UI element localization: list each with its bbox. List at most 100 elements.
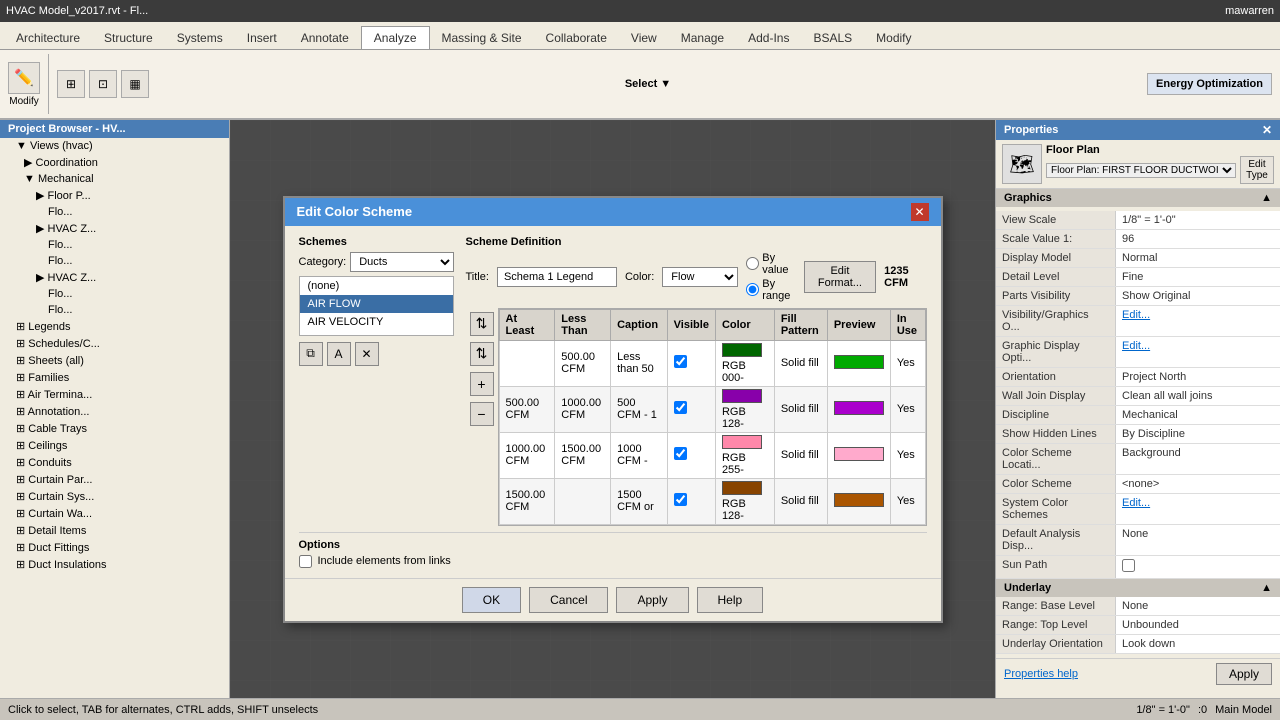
sun-path-checkbox[interactable] (1122, 559, 1135, 572)
copy-scheme-button[interactable]: ⧉ (299, 342, 323, 366)
tab-annotate[interactable]: Annotate (289, 27, 361, 49)
edit-format-button[interactable]: Edit Format... (804, 261, 876, 293)
by-value-radio[interactable] (746, 257, 759, 270)
tree-item-curtain-sys[interactable]: ⊞ Curtain Sys... (0, 488, 229, 505)
tree-item-flo1[interactable]: Flo... (0, 204, 229, 220)
tree-item-air-terminals[interactable]: ⊞ Air Termina... (0, 386, 229, 403)
modify-button[interactable]: ✏️ Modify (8, 62, 40, 107)
tree-item-curtain-wa[interactable]: ⊞ Curtain Wa... (0, 505, 229, 522)
tree-item-hvacp2[interactable]: ▶ HVAC Z... (0, 269, 229, 286)
tree-item-ceilings[interactable]: ⊞ Ceilings (0, 437, 229, 454)
tree-item-flo5[interactable]: Flo... (0, 302, 229, 318)
underlay-group-header[interactable]: Underlay▲ (996, 579, 1280, 597)
preview-cell (827, 340, 890, 386)
prop-value[interactable]: Edit... (1116, 337, 1280, 367)
visible-checkbox[interactable] (674, 447, 687, 460)
tree-item-schedules[interactable]: ⊞ Schedules/C... (0, 335, 229, 352)
tab-collaborate[interactable]: Collaborate (534, 27, 619, 49)
tree-item-duct-insulations[interactable]: ⊞ Duct Insulations (0, 556, 229, 573)
tree-item-families[interactable]: ⊞ Families (0, 369, 229, 386)
help-button[interactable]: Help (697, 587, 764, 613)
floor-plan-selector: 🗺 Floor Plan Floor Plan: FIRST FLOOR DUC… (996, 140, 1280, 189)
edit-type-button[interactable]: Edit Type (1240, 156, 1274, 184)
visible-checkbox[interactable] (674, 401, 687, 414)
cancel-button[interactable]: Cancel (529, 587, 608, 613)
tab-massing[interactable]: Massing & Site (430, 27, 534, 49)
tab-systems[interactable]: Systems (165, 27, 235, 49)
prop-edit-link[interactable]: Edit... (1122, 309, 1150, 321)
tab-bsals[interactable]: BSALS (801, 27, 864, 49)
scheme-item-air-flow[interactable]: AIR FLOW (300, 295, 453, 313)
color-dropdown[interactable]: Flow (662, 267, 738, 287)
tab-view[interactable]: View (619, 27, 669, 49)
floor-plan-dropdown[interactable]: Floor Plan: FIRST FLOOR DUCTWOI (1046, 163, 1236, 178)
prop-value[interactable] (1116, 556, 1280, 578)
scheme-item-air-velocity[interactable]: AIR VELOCITY (300, 313, 453, 331)
visible-checkbox[interactable] (674, 493, 687, 506)
move-down-button[interactable]: ⇅ (470, 342, 494, 366)
graphics-group-header[interactable]: Graphics ▲ (996, 189, 1280, 207)
tree-item-floorp[interactable]: ▶ Floor P... (0, 187, 229, 204)
dialog-close-button[interactable]: ✕ (911, 203, 929, 221)
tab-manage[interactable]: Manage (669, 27, 736, 49)
tree-item-coordination[interactable]: ▶ Coordination (0, 154, 229, 171)
move-up-button[interactable]: ⇅ (470, 312, 494, 336)
cfm-value: 1235 CFM (884, 265, 926, 289)
tab-architecture[interactable]: Architecture (4, 27, 92, 49)
tab-modify[interactable]: Modify (864, 27, 923, 49)
tree-item-annotation[interactable]: ⊞ Annotation... (0, 403, 229, 420)
ok-button[interactable]: OK (462, 587, 521, 613)
visible-checkbox[interactable] (674, 355, 687, 368)
visible-cell[interactable] (667, 340, 715, 386)
tree-item-detail-items[interactable]: ⊞ Detail Items (0, 522, 229, 539)
tree-item-curtain-par[interactable]: ⊞ Curtain Par... (0, 471, 229, 488)
tree-item-flo2[interactable]: Flo... (0, 237, 229, 253)
tab-insert[interactable]: Insert (235, 27, 289, 49)
tree-item-duct-fittings[interactable]: ⊞ Duct Fittings (0, 539, 229, 556)
category-dropdown[interactable]: Ducts (350, 252, 453, 272)
prop-value[interactable]: Edit... (1116, 306, 1280, 336)
prop-edit-link[interactable]: Edit... (1122, 340, 1150, 352)
table-row[interactable]: 500.00 CFM1000.00 CFM500 CFM - 1 RGB 128… (499, 386, 925, 432)
delete-scheme-button[interactable]: ✕ (355, 342, 379, 366)
tab-addins[interactable]: Add-Ins (736, 27, 801, 49)
table-container: ⇅ ⇅ + − At Least (466, 308, 927, 526)
table-row[interactable]: 1000.00 CFM1500.00 CFM1000 CFM - RGB 255… (499, 432, 925, 478)
ribbon-tool-3[interactable]: ▦ (121, 70, 149, 98)
tab-analyze[interactable]: Analyze (361, 26, 430, 49)
properties-help-link[interactable]: Properties help (1004, 668, 1078, 680)
properties-apply-button[interactable]: Apply (1216, 663, 1272, 685)
visible-cell[interactable] (667, 386, 715, 432)
include-elements-checkbox[interactable] (299, 555, 312, 568)
scheme-definition-panel: Scheme Definition Title: Color: Flow (466, 236, 927, 526)
table-row[interactable]: 1500.00 CFM1500 CFM or RGB 128-Solid fil… (499, 478, 925, 524)
table-row[interactable]: 500.00 CFMLess than 50 RGB 000-Solid fil… (499, 340, 925, 386)
tree-item-flo4[interactable]: Flo... (0, 286, 229, 302)
tree-item-flo3[interactable]: Flo... (0, 253, 229, 269)
properties-close-button[interactable]: ✕ (1262, 123, 1272, 137)
tree-item-views[interactable]: ▼ Views (hvac) (0, 138, 229, 154)
ribbon-tool-2[interactable]: ⊡ (89, 70, 117, 98)
tree-item-cable-trays[interactable]: ⊞ Cable Trays (0, 420, 229, 437)
visible-cell[interactable] (667, 432, 715, 478)
prop-value: Project North (1116, 368, 1280, 386)
properties-footer: Properties help Apply (996, 658, 1280, 689)
scheme-item-none[interactable]: (none) (300, 277, 453, 295)
add-row-button[interactable]: + (470, 372, 494, 396)
tree-item-conduits[interactable]: ⊞ Conduits (0, 454, 229, 471)
by-range-radio[interactable] (746, 283, 759, 296)
tree-item-mechanical[interactable]: ▼ Mechanical (0, 171, 229, 187)
apply-button[interactable]: Apply (616, 587, 688, 613)
prop-edit-link[interactable]: Edit... (1122, 497, 1150, 509)
title-input[interactable] (497, 267, 617, 287)
visible-cell[interactable] (667, 478, 715, 524)
tab-structure[interactable]: Structure (92, 27, 165, 49)
remove-row-button[interactable]: − (470, 402, 494, 426)
tree-item-sheets[interactable]: ⊞ Sheets (all) (0, 352, 229, 369)
ribbon-tabs: Architecture Structure Systems Insert An… (0, 22, 1280, 50)
tree-item-legends[interactable]: ⊞ Legends (0, 318, 229, 335)
tree-item-hvacp1[interactable]: ▶ HVAC Z... (0, 220, 229, 237)
rename-scheme-button[interactable]: A (327, 342, 351, 366)
ribbon-tool-1[interactable]: ⊞ (57, 70, 85, 98)
prop-value[interactable]: Edit... (1116, 494, 1280, 524)
